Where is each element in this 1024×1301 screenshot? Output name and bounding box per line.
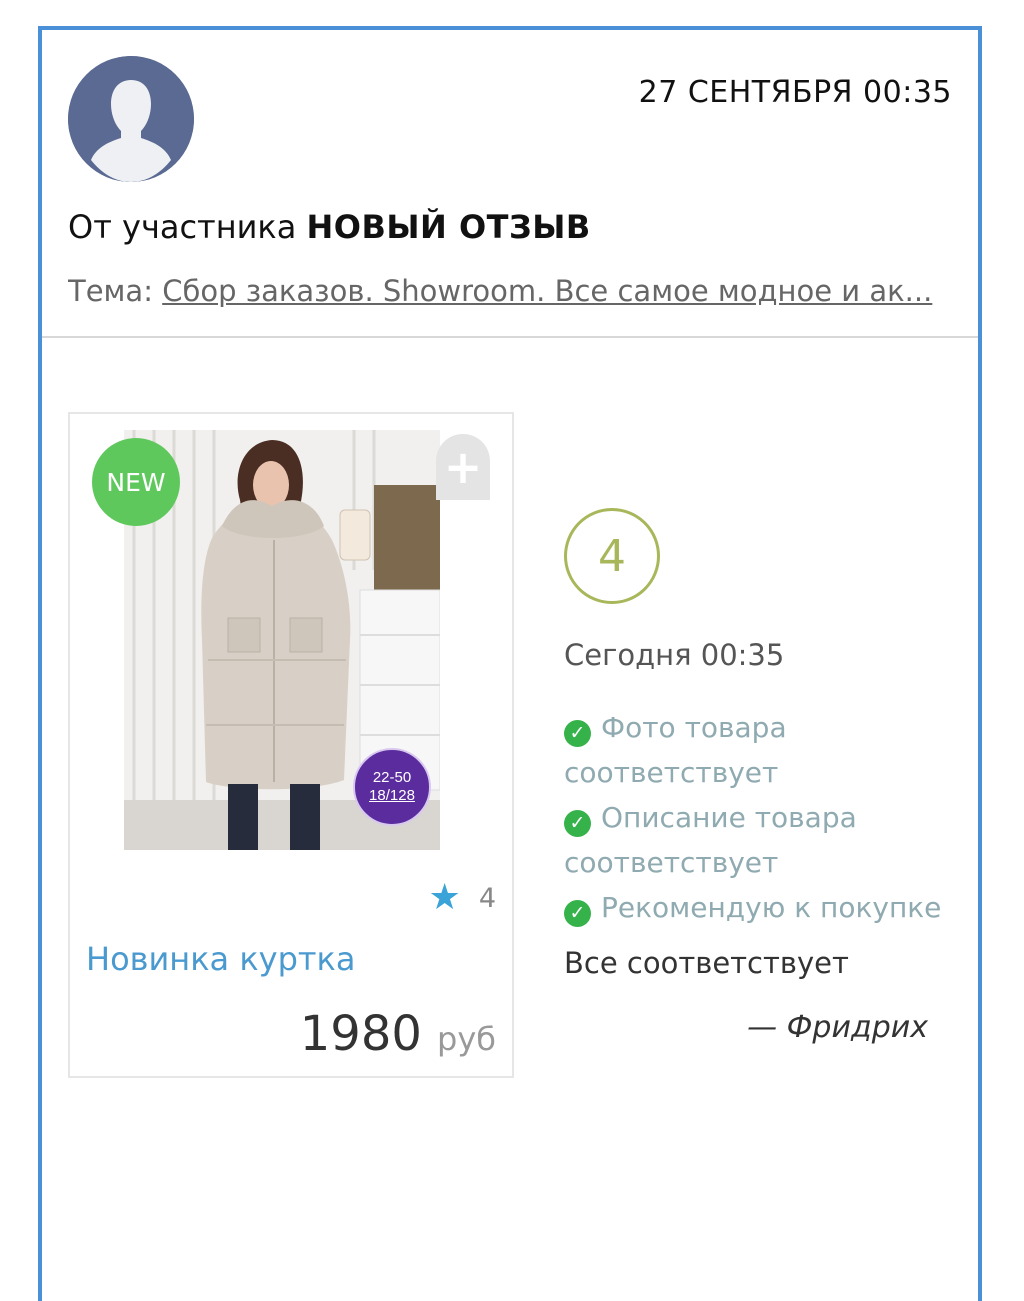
topic-line: Тема: Сбор заказов. Showroom. Все самое … [68, 274, 958, 308]
topic-link[interactable]: Сбор заказов. Showroom. Все самое модное… [162, 274, 932, 308]
from-line: От участника НОВЫЙ ОТЗЫВ [68, 208, 591, 246]
check-circle-icon: ✓ [564, 900, 591, 927]
new-badge: NEW [92, 438, 180, 526]
user-avatar-icon[interactable] [68, 56, 194, 182]
product-card[interactable]: NEW + 22-50 18/128 ★ 4 Новинка куртка 19… [68, 412, 514, 1078]
notification-card: 27 СЕНТЯБРЯ 00:35 От участника НОВЫЙ ОТЗ… [38, 26, 982, 1301]
star-icon: ★ [428, 877, 461, 918]
review-score: 4 [564, 508, 660, 604]
price-currency: руб [437, 1020, 496, 1058]
product-rating: ★ 4 [429, 880, 496, 916]
divider [42, 336, 978, 338]
size-badge: 22-50 18/128 [353, 748, 431, 826]
check-label: Рекомендую к покупке [601, 891, 942, 924]
product-title[interactable]: Новинка куртка [86, 940, 355, 978]
price-value: 1980 [299, 1006, 422, 1062]
plus-icon[interactable]: + [436, 434, 490, 500]
check-item: ✓ Описание товара соответствует [564, 795, 956, 885]
check-circle-icon: ✓ [564, 720, 591, 747]
size-count: 18/128 [369, 787, 415, 804]
check-circle-icon: ✓ [564, 810, 591, 837]
check-label: Описание товара соответствует [564, 801, 857, 879]
check-item: ✓ Рекомендую к покупке [564, 885, 956, 930]
from-prefix: От участника [68, 208, 297, 246]
product-price: 1980 руб [300, 1006, 496, 1062]
review-text: Все соответствует [564, 946, 849, 980]
rating-value: 4 [478, 882, 496, 914]
topic-label: Тема: [68, 274, 153, 308]
check-item: ✓ Фото товара соответствует [564, 705, 956, 795]
from-name[interactable]: НОВЫЙ ОТЗЫВ [307, 208, 591, 246]
notification-date: 27 СЕНТЯБРЯ 00:35 [638, 75, 952, 110]
review-author: — Фридрих [747, 1010, 928, 1045]
check-label: Фото товара соответствует [564, 711, 787, 789]
size-range: 22-50 [372, 769, 412, 786]
review-checks: ✓ Фото товара соответствует ✓ Описание тов… [564, 705, 956, 930]
review-time: Сегодня 00:35 [564, 638, 785, 672]
